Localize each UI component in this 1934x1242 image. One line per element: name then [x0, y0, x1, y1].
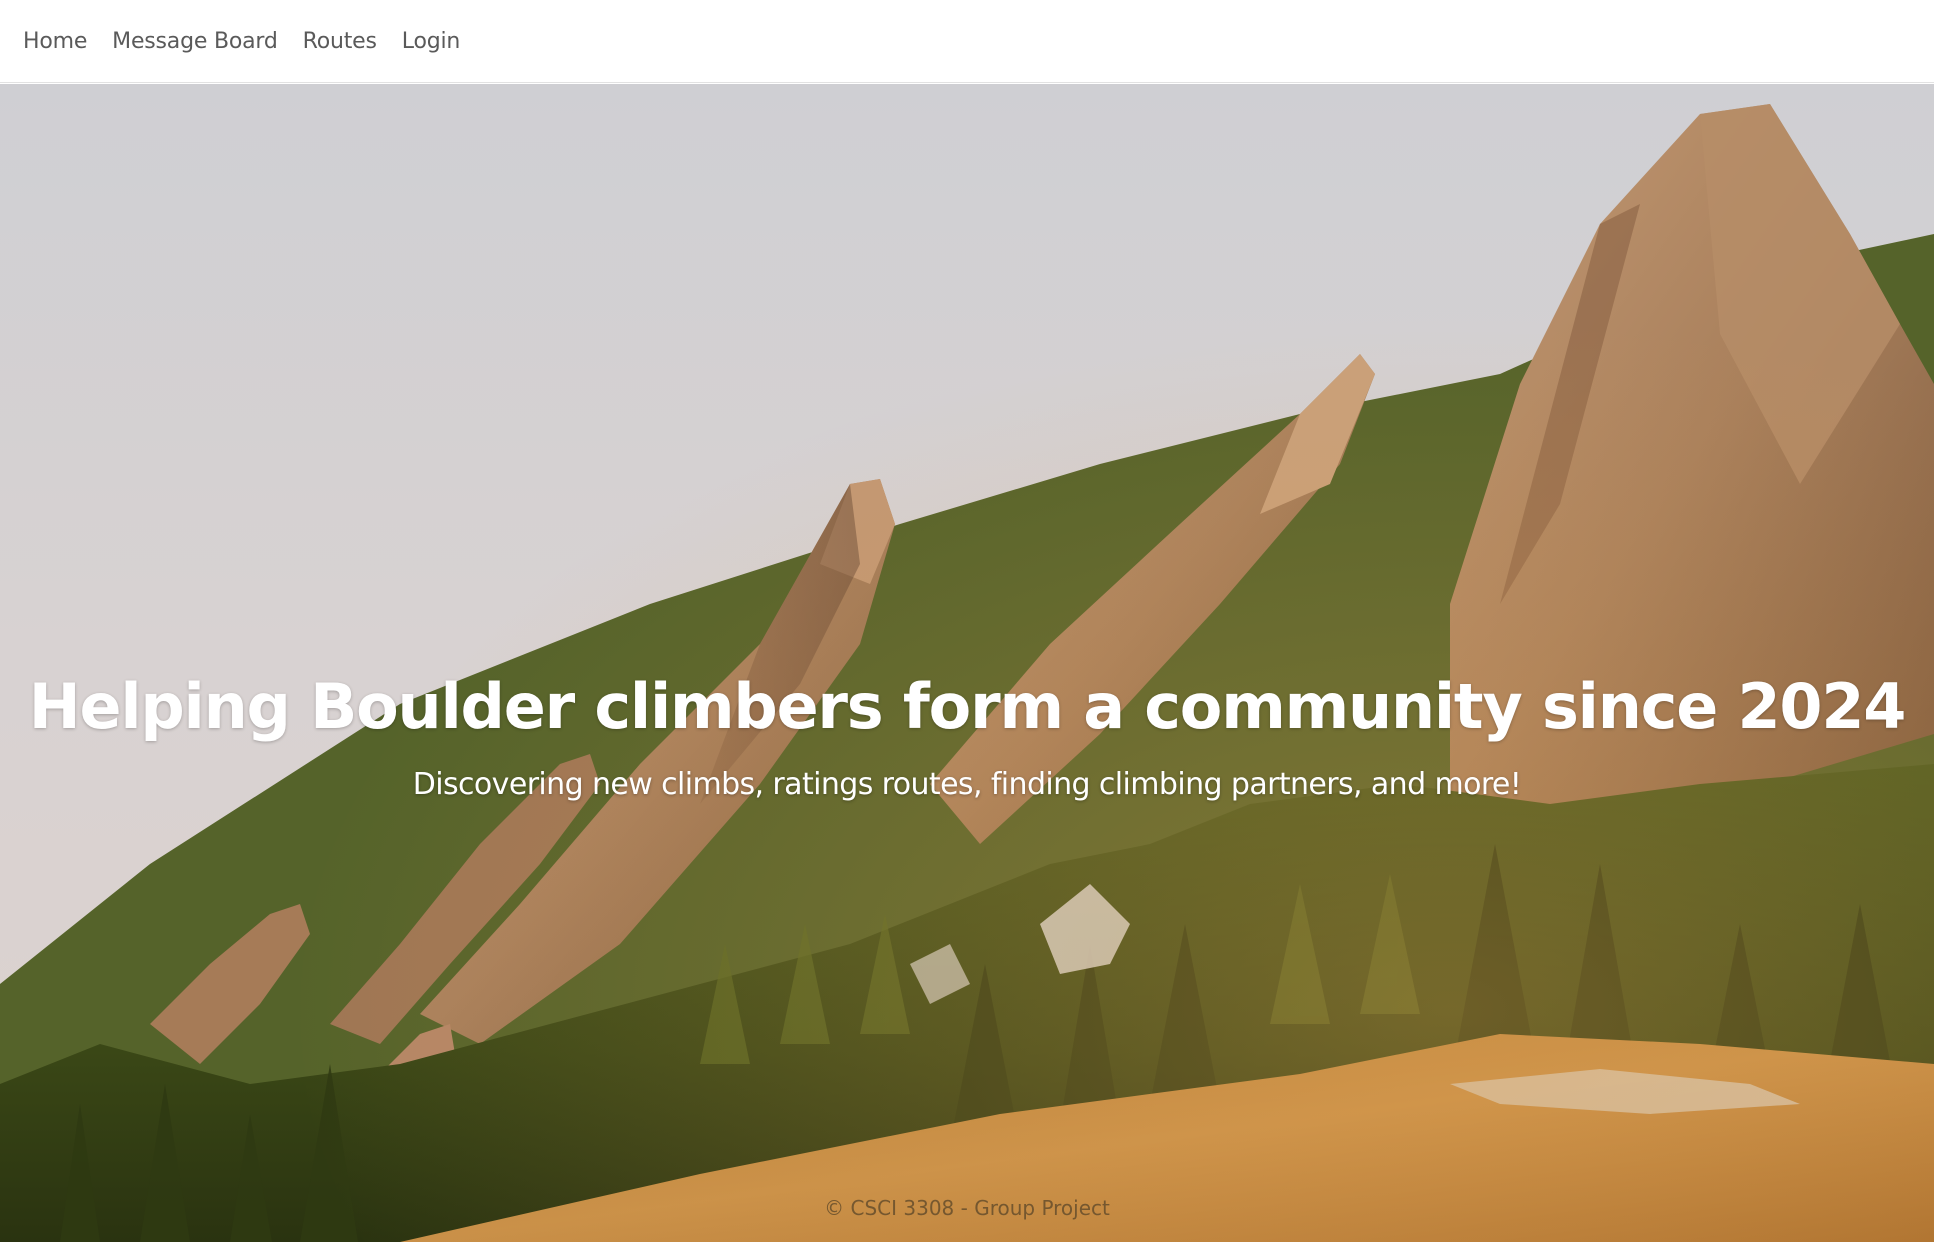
- top-navbar: Home Message Board Routes Login: [0, 0, 1934, 83]
- nav-routes-link[interactable]: Routes: [303, 29, 377, 54]
- nav-message-board-link[interactable]: Message Board: [112, 29, 278, 54]
- hero-headline: Helping Boulder climbers form a communit…: [28, 670, 1907, 743]
- footer-copyright: © CSCI 3308 - Group Project: [824, 1196, 1110, 1220]
- hero-background-photo: [0, 84, 1934, 1242]
- hero-subheadline: Discovering new climbs, ratings routes, …: [412, 767, 1522, 802]
- nav-home-link[interactable]: Home: [23, 29, 87, 54]
- hero-section: Helping Boulder climbers form a communit…: [0, 84, 1934, 1242]
- nav-login-link[interactable]: Login: [402, 29, 461, 54]
